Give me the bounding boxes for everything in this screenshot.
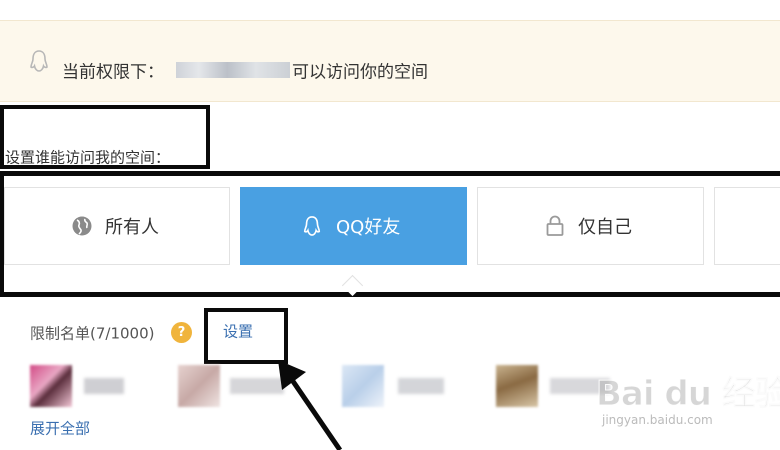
lock-icon — [546, 215, 564, 236]
option-qq-friends[interactable]: QQ好友 — [240, 187, 467, 265]
option-everyone[interactable]: 所有人 — [4, 187, 230, 265]
annotation-arrow — [278, 360, 343, 450]
set-link[interactable]: 设置 — [223, 321, 253, 342]
avatar — [178, 365, 220, 407]
watermark-url: jingyan.baidu.com — [602, 413, 713, 427]
avatar — [30, 365, 72, 407]
avatar — [496, 365, 538, 407]
option-only-me-label: 仅自己 — [578, 217, 632, 238]
option-custom[interactable] — [714, 187, 780, 265]
qq-penguin-icon — [30, 50, 48, 72]
notice-prefix-text: 当前权限下： — [62, 62, 164, 83]
qq-penguin-icon — [303, 216, 321, 236]
section-title-highlight: 设置谁能访问我的空间： — [0, 105, 210, 169]
redacted-text — [176, 62, 290, 78]
section-title: 设置谁能访问我的空间： — [5, 148, 171, 167]
baidu-jingyan-watermark: Bai du 经验 jingyan.baidu.com — [596, 360, 780, 432]
list-item — [30, 365, 140, 409]
option-everyone-label: 所有人 — [105, 217, 159, 238]
redacted-name — [84, 378, 124, 394]
globe-icon — [72, 216, 92, 236]
watermark-brand: Bai du 经验 — [596, 374, 780, 415]
notice-suffix-text: 可以访问你的空间 — [292, 62, 428, 83]
restriction-list-label: 限制名单(7/1000) — [30, 324, 155, 343]
expand-all-link[interactable]: 展开全部 — [30, 418, 90, 439]
permission-notice: 当前权限下： 可以访问你的空间 — [0, 20, 780, 102]
option-qq-friends-label: QQ好友 — [336, 217, 401, 238]
redacted-name — [398, 378, 444, 394]
help-icon[interactable]: ? — [171, 322, 192, 343]
option-only-me[interactable]: 仅自己 — [477, 187, 704, 265]
